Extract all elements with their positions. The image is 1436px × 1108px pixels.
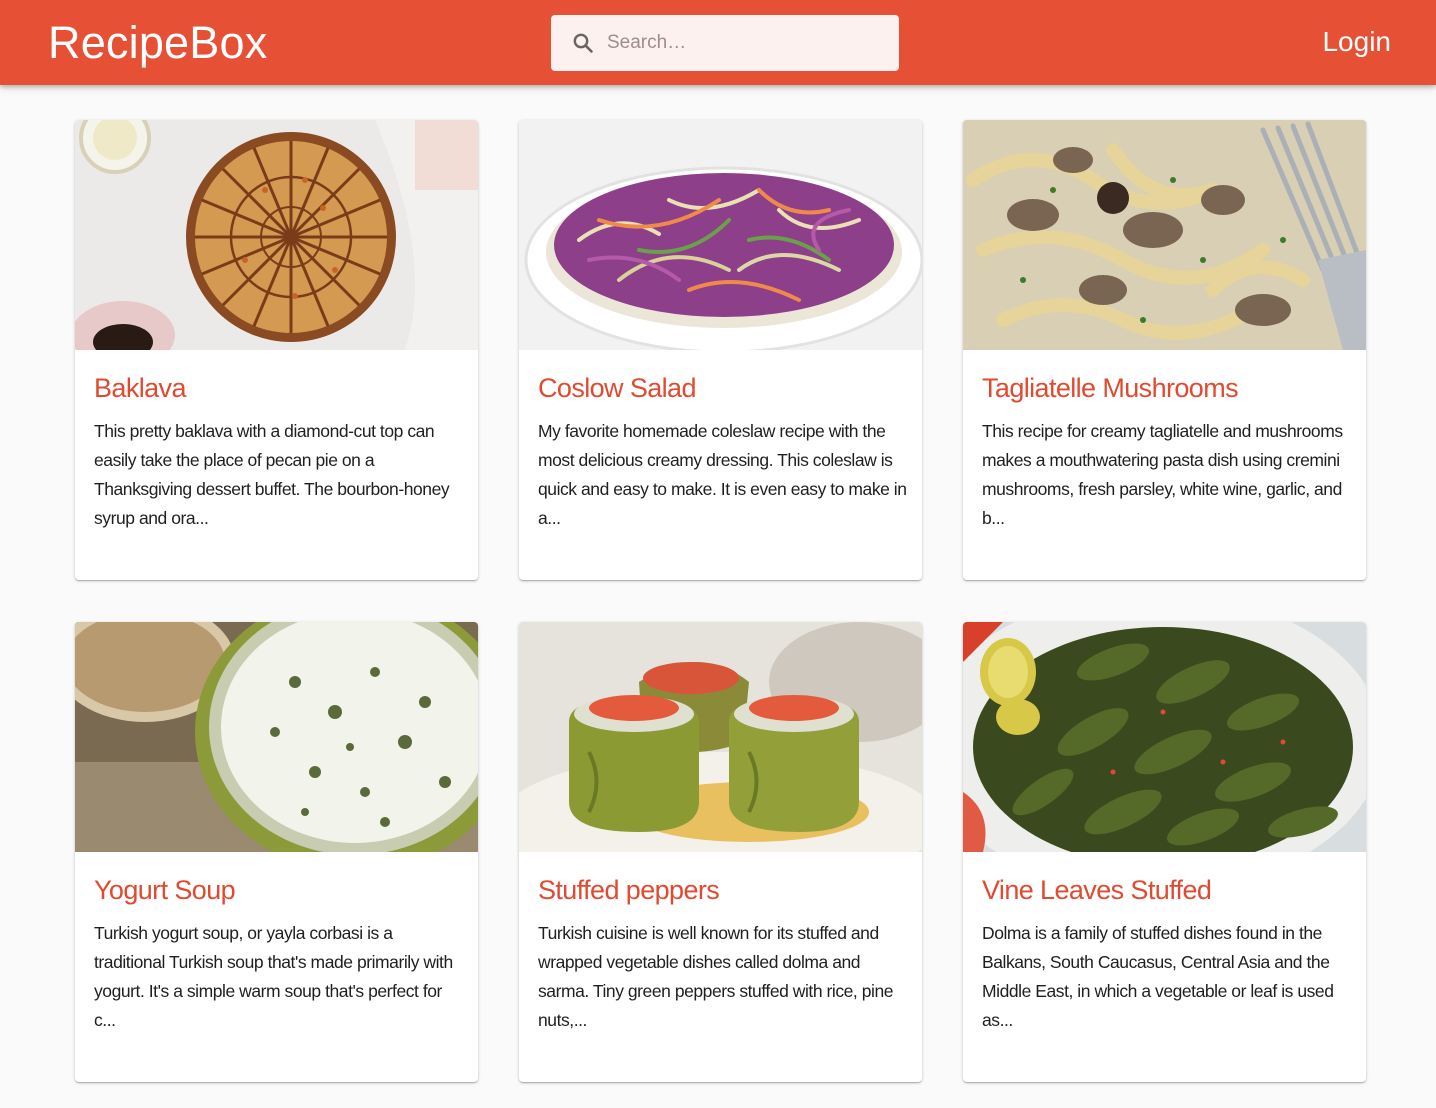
recipe-card-vine-leaves-stuffed[interactable]: Vine Leaves Stuffed Dolma is a family of… — [963, 622, 1366, 1082]
recipe-description: This recipe for creamy tagliatelle and m… — [982, 421, 1343, 528]
recipe-image-yogurt-soup — [75, 622, 478, 852]
recipe-card-coslow-salad[interactable]: Coslow Salad My favorite homemade colesl… — [519, 120, 922, 580]
recipe-description: Dolma is a family of stuffed dishes foun… — [982, 923, 1334, 1030]
recipe-image-coslow-salad — [519, 120, 922, 350]
recipe-title[interactable]: Tagliatelle Mushrooms — [982, 370, 1239, 406]
search-icon — [571, 31, 595, 55]
recipe-description: My favorite homemade coleslaw recipe wit… — [538, 421, 907, 528]
recipe-image-baklava — [75, 120, 478, 350]
recipe-title[interactable]: Yogurt Soup — [94, 872, 236, 908]
recipe-image-vine-leaves-stuffed — [963, 622, 1366, 852]
recipe-image-tagliatelle-mushrooms — [963, 120, 1366, 350]
search-input[interactable] — [607, 15, 887, 71]
recipe-card-yogurt-soup[interactable]: Yogurt Soup Turkish yogurt soup, or yayl… — [75, 622, 478, 1082]
recipe-card-baklava[interactable]: Baklava This pretty baklava with a diamo… — [75, 120, 478, 580]
recipe-title[interactable]: Baklava — [94, 370, 186, 406]
recipe-image-stuffed-peppers — [519, 622, 922, 852]
recipe-title[interactable]: Coslow Salad — [538, 370, 696, 406]
login-button[interactable]: Login — [1322, 24, 1391, 60]
app-bar: RecipeBox Login — [0, 0, 1436, 85]
recipe-description: Turkish yogurt soup, or yayla corbasi is… — [94, 923, 453, 1030]
recipe-title[interactable]: Stuffed peppers — [538, 872, 720, 908]
search-box[interactable] — [551, 15, 899, 71]
app-title[interactable]: RecipeBox — [48, 17, 267, 69]
recipe-title[interactable]: Vine Leaves Stuffed — [982, 872, 1212, 908]
recipe-description: Turkish cuisine is well known for its st… — [538, 923, 894, 1030]
recipe-card-tagliatelle-mushrooms[interactable]: Tagliatelle Mushrooms This recipe for cr… — [963, 120, 1366, 580]
recipe-card-stuffed-peppers[interactable]: Stuffed peppers Turkish cuisine is well … — [519, 622, 922, 1082]
recipe-description: This pretty baklava with a diamond-cut t… — [94, 421, 450, 528]
